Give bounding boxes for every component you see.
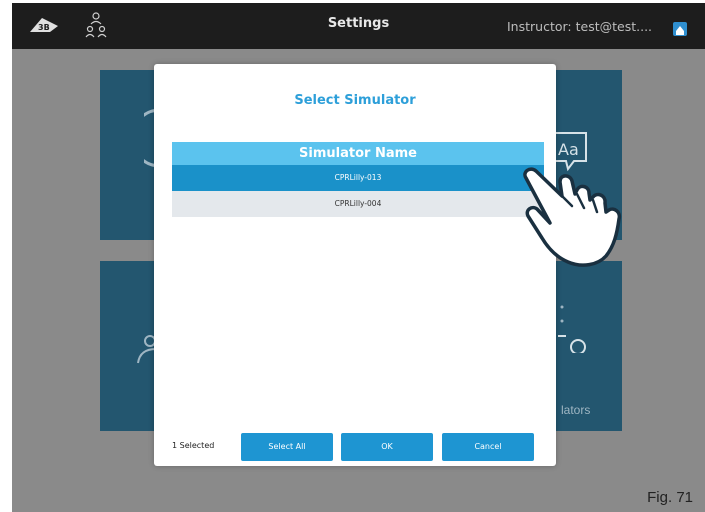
cancel-button[interactable]: Cancel [442,433,534,461]
pointing-hand-icon [523,167,622,267]
dialog-title: Select Simulator [294,93,416,108]
figure-label: Fig. 71 [647,489,693,506]
person-icon [137,335,156,364]
instructor-label[interactable]: Instructor: test@test.... [507,19,652,34]
select-simulator-dialog: Select Simulator Simulator Name CPRLilly… [154,64,556,466]
tile-label-simulators: lators [561,403,591,417]
simulator-row[interactable]: CPRLilly-004 [172,191,544,217]
app-screen: Aa lators 3B Settings Instructor: test@t… [12,3,705,512]
select-all-button[interactable]: Select All [241,433,333,461]
ok-button[interactable]: OK [341,433,433,461]
simulators-icon [558,305,586,353]
simulator-row[interactable]: CPRLilly-013 [172,165,544,191]
top-bar: 3B Settings Instructor: test@test.... [12,3,705,49]
selected-count: 1 Selected [172,441,215,450]
home-icon[interactable] [673,22,687,36]
simulator-name-column-header: Simulator Name [172,142,544,165]
svg-text:Aa: Aa [558,140,579,159]
